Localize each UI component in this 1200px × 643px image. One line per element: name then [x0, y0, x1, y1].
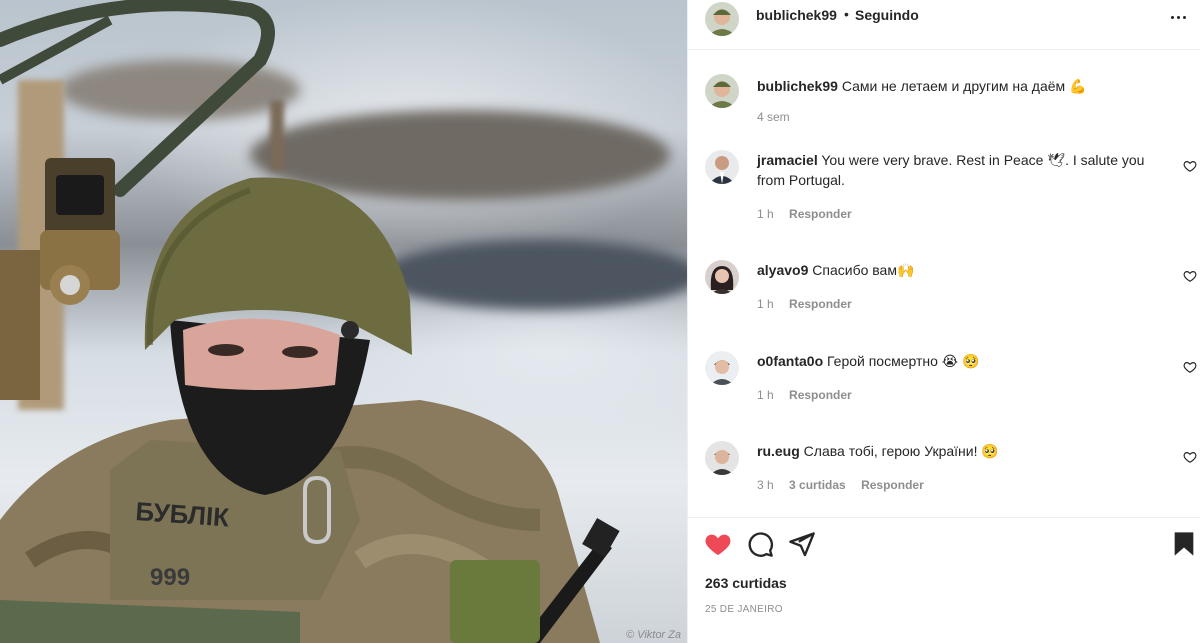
comment-meta: 1 h Responder [757, 388, 864, 402]
heart-outline-icon[interactable] [1183, 159, 1197, 173]
reply-button[interactable]: Responder [789, 388, 852, 402]
commenter-avatar[interactable] [705, 351, 739, 385]
comment-likes[interactable]: 3 curtidas [789, 478, 846, 492]
comment-username[interactable]: alyavo9 [757, 262, 808, 278]
following-button[interactable]: Seguindo [855, 7, 919, 23]
comment-username[interactable]: jramaciel [757, 152, 818, 168]
post-photo[interactable]: БУБЛІК 999 © Viktor Za [0, 0, 687, 643]
caption-text-block: bublichek99 Сами не летаем и другим на д… [757, 76, 1157, 96]
reply-button[interactable]: Responder [861, 478, 924, 492]
comment-meta: 3 h 3 curtidas Responder [757, 478, 936, 492]
caption-meta: 4 sem [757, 110, 802, 124]
comment-icon[interactable] [746, 530, 774, 558]
svg-text:999: 999 [150, 564, 190, 591]
comment-meta: 1 h Responder [757, 297, 864, 311]
comment-time[interactable]: 1 h [757, 388, 774, 402]
likes-count[interactable]: 263 curtidas [705, 575, 787, 591]
caption-username[interactable]: bublichek99 [757, 78, 838, 94]
comment-text: Спасибо вам🙌 [812, 262, 915, 278]
heart-outline-icon[interactable] [1183, 450, 1197, 464]
caption-time[interactable]: 4 sem [757, 110, 790, 124]
comment-time[interactable]: 3 h [757, 478, 774, 492]
commenter-avatar[interactable] [705, 260, 739, 294]
heart-filled-icon[interactable] [704, 530, 732, 558]
author-username[interactable]: bublichek99 [756, 7, 837, 23]
reply-button[interactable]: Responder [789, 297, 852, 311]
caption-text: Сами не летаем и другим на даём 💪 [841, 78, 1087, 94]
bookmark-icon[interactable] [1170, 530, 1198, 558]
comment-text: Герой посмертно 😭 🥺 [827, 353, 980, 369]
heart-outline-icon[interactable] [1183, 269, 1197, 283]
commenter-avatar[interactable] [705, 150, 739, 184]
post-header: bublichek99 • Seguindo [688, 0, 1200, 50]
post-details-panel: bublichek99 • Seguindo bublichek99 Сами … [687, 0, 1200, 643]
caption-author-avatar[interactable] [705, 74, 739, 108]
post-actions-bar: 263 curtidas 25 DE JANEIRO [688, 517, 1200, 643]
reply-button[interactable]: Responder [789, 207, 852, 221]
author-avatar[interactable] [705, 2, 739, 36]
comment-meta: 1 h Responder [757, 207, 864, 221]
comment-text-block: alyavo9 Спасибо вам🙌 [757, 260, 1157, 280]
soldier-illustration: БУБЛІК 999 [0, 0, 620, 643]
share-icon[interactable] [788, 530, 816, 558]
more-options-icon[interactable] [1167, 6, 1191, 30]
heart-outline-icon[interactable] [1183, 360, 1197, 374]
comment-time[interactable]: 1 h [757, 207, 774, 221]
post-date[interactable]: 25 DE JANEIRO [705, 604, 783, 615]
comment-username[interactable]: o0fanta0o [757, 353, 823, 369]
photo-watermark: © Viktor Za [626, 629, 681, 641]
comment-text-block: jramaciel You were very brave. Rest in P… [757, 150, 1157, 190]
comment-username[interactable]: ru.eug [757, 443, 800, 459]
commenter-avatar[interactable] [705, 441, 739, 475]
comment-text: Слава тобі, герою України! 🥺 [803, 443, 999, 459]
comment-text-block: o0fanta0o Герой посмертно 😭 🥺 [757, 351, 1157, 371]
separator-dot: • [844, 6, 849, 22]
comment-text-block: ru.eug Слава тобі, герою України! 🥺 [757, 441, 1157, 461]
comment-time[interactable]: 1 h [757, 297, 774, 311]
